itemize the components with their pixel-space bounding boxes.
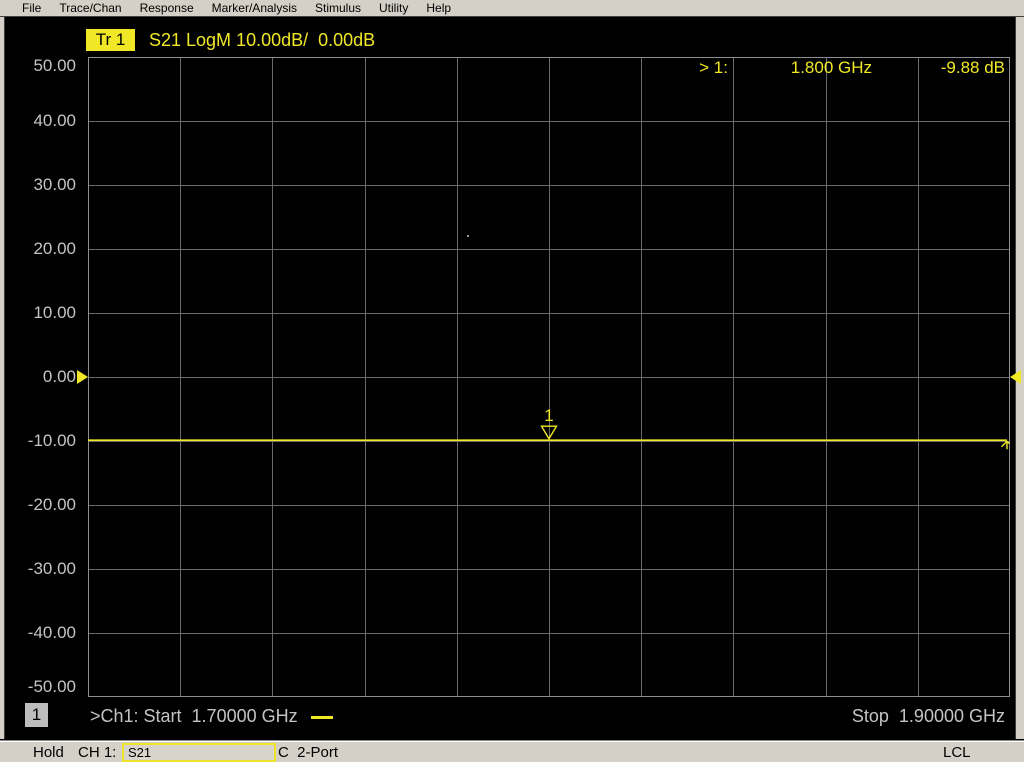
menu-marker-analysis[interactable]: Marker/Analysis bbox=[203, 0, 306, 16]
trace-1-selector[interactable]: Tr 1 bbox=[86, 29, 135, 51]
y-axis-tick-label: 10.00 bbox=[33, 303, 76, 322]
y-axis-tick-label: 30.00 bbox=[33, 175, 76, 194]
pixel-artifact bbox=[467, 235, 469, 237]
vna-application-window: File Trace/Chan Response Marker/Analysis Sti… bbox=[0, 0, 1024, 762]
marker-readout-value: -9.88 dB bbox=[940, 58, 1005, 77]
y-axis-tick-label: 50.00 bbox=[33, 56, 76, 75]
menu-file[interactable]: File bbox=[13, 0, 50, 16]
marker-readout-label: > 1: bbox=[699, 58, 728, 77]
y-axis-tick-label: 40.00 bbox=[33, 111, 76, 130]
calibration-status-label: C 2-Port bbox=[278, 744, 339, 761]
menu-trace-chan[interactable]: Trace/Chan bbox=[50, 0, 130, 16]
menu-utility[interactable]: Utility bbox=[370, 0, 417, 16]
sweep-position-arrow-icon bbox=[1001, 440, 1008, 448]
y-axis-tick-label: 0.00 bbox=[42, 367, 76, 386]
channel-number-badge: 1 bbox=[25, 703, 48, 727]
graticule: 1 bbox=[88, 57, 1010, 697]
y-axis-tick-label: -40.00 bbox=[27, 623, 76, 642]
stop-frequency-label: Stop 1.90000 GHz bbox=[851, 706, 1005, 726]
y-axis-tick-label: -50.00 bbox=[27, 677, 76, 696]
status-bar: Hold CH 1: S21 C 2-Port LCL bbox=[0, 740, 1024, 762]
reference-level-indicator-right-icon[interactable] bbox=[1010, 370, 1021, 384]
trace-settings-label: S21 LogM 10.00dB/ 0.00dB bbox=[149, 30, 376, 50]
sweep-state-label: Hold bbox=[33, 744, 64, 761]
y-axis-tick-label: 20.00 bbox=[33, 239, 76, 258]
marker-1-number-label: 1 bbox=[544, 406, 553, 425]
channel-status-label: CH 1: bbox=[78, 744, 117, 761]
trace-color-legend-dash bbox=[311, 716, 333, 719]
graticule-svg: 1 bbox=[88, 57, 1010, 697]
reference-level-indicator-left-icon[interactable] bbox=[77, 370, 88, 384]
marker-readout-frequency: 1.800 GHz bbox=[790, 58, 872, 77]
y-axis-tick-label: -20.00 bbox=[27, 495, 76, 514]
menu-bar: File Trace/Chan Response Marker/Analysis Sti… bbox=[0, 0, 1024, 17]
menu-stimulus[interactable]: Stimulus bbox=[306, 0, 370, 16]
active-measurement-field[interactable]: S21 bbox=[122, 743, 276, 762]
control-mode-label: LCL bbox=[943, 744, 971, 761]
start-frequency-label: >Ch1: Start 1.70000 GHz bbox=[90, 706, 298, 726]
y-axis-tick-label: -10.00 bbox=[27, 431, 76, 450]
menu-help[interactable]: Help bbox=[417, 0, 460, 16]
menu-response[interactable]: Response bbox=[131, 0, 203, 16]
y-axis-tick-label: -30.00 bbox=[27, 559, 76, 578]
